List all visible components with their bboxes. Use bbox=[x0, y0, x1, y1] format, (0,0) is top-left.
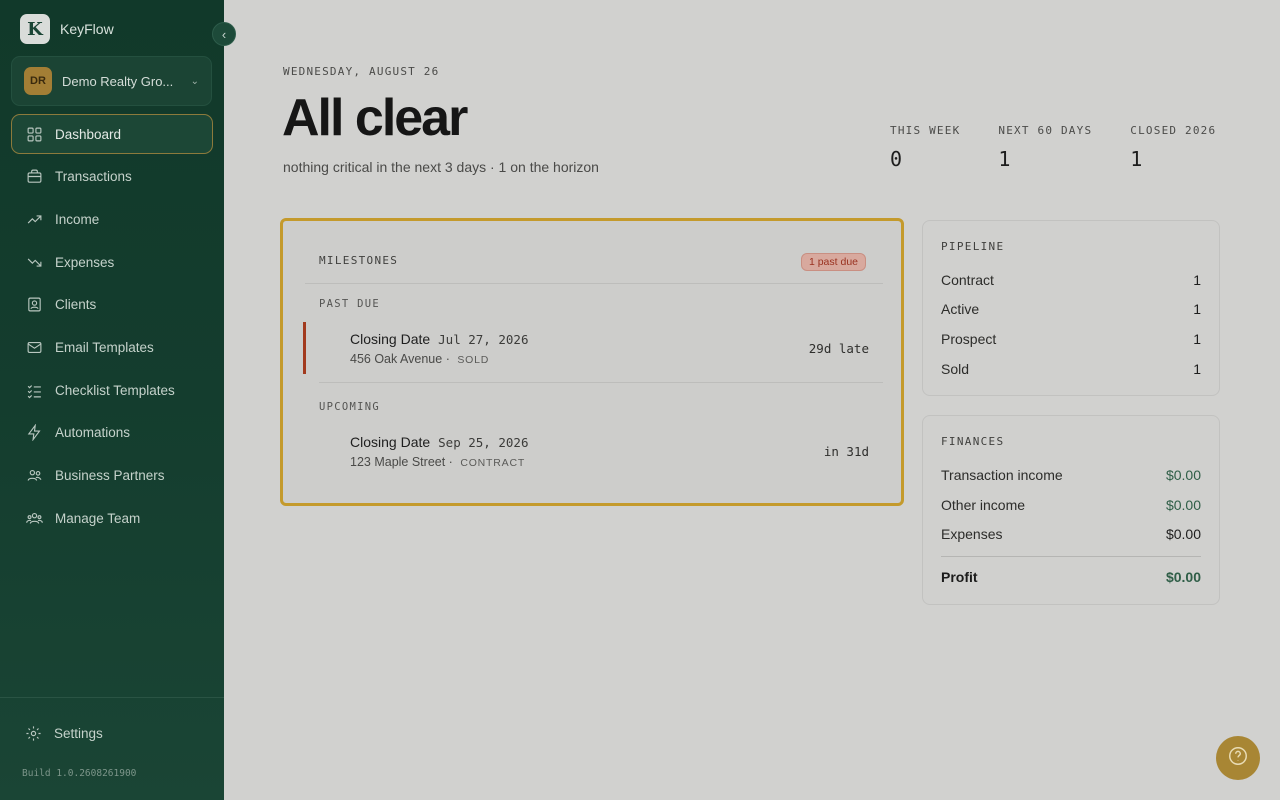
finance-row-expenses: Expenses $0.00 bbox=[941, 526, 1201, 542]
milestones-card: MILESTONES 1 past due PAST DUE Closing D… bbox=[280, 218, 904, 506]
sidebar-footer: Settings Build 1.0.2608261900 bbox=[0, 697, 224, 779]
sidebar-item-email-templates[interactable]: Email Templates bbox=[11, 327, 213, 367]
stat-label: CLOSED 2026 bbox=[1130, 124, 1217, 137]
trend-down-icon bbox=[26, 254, 43, 271]
sidebar-item-automations[interactable]: Automations bbox=[11, 413, 213, 453]
pipeline-row-contract[interactable]: Contract 1 bbox=[941, 272, 1201, 288]
milestone-due: in 31d bbox=[823, 444, 869, 459]
milestone-status: CONTRACT bbox=[460, 457, 526, 469]
finance-row-other-income: Other income $0.00 bbox=[941, 497, 1201, 513]
checklist-icon bbox=[26, 382, 43, 399]
settings-label: Settings bbox=[54, 726, 103, 741]
sidebar-item-label: Transactions bbox=[55, 169, 132, 185]
sidebar-item-clients[interactable]: Clients bbox=[11, 285, 213, 325]
summary-stats: THIS WEEK 0 NEXT 60 DAYS 1 CLOSED 2026 1 bbox=[890, 124, 1254, 171]
main-content: WEDNESDAY, AUGUST 26 All clear nothing c… bbox=[224, 0, 1280, 800]
pipeline-row-sold[interactable]: Sold 1 bbox=[941, 361, 1201, 377]
bolt-icon bbox=[26, 424, 43, 442]
sidebar-item-income[interactable]: Income bbox=[11, 199, 213, 239]
sidebar-item-label: Business Partners bbox=[55, 468, 165, 483]
sidebar-item-checklist-templates[interactable]: Checklist Templates bbox=[11, 370, 213, 410]
sidebar-item-label: Dashboard bbox=[55, 126, 122, 142]
build-version: Build 1.0.2608261900 bbox=[22, 768, 137, 779]
sidebar-item-label: Clients bbox=[55, 297, 97, 313]
milestone-title: Closing Date Jul 27, 2026 bbox=[350, 331, 529, 347]
milestone-late: 29d late bbox=[808, 341, 869, 356]
briefcase-icon bbox=[26, 168, 43, 185]
finance-row-profit: Profit $0.00 bbox=[941, 569, 1201, 585]
milestone-title: Closing Date Sep 25, 2026 bbox=[350, 434, 529, 450]
partners-icon bbox=[26, 467, 43, 484]
milestone-date: Sep 25, 2026 bbox=[438, 435, 529, 450]
grid-icon bbox=[26, 126, 43, 143]
chevron-left-icon: ‹ bbox=[221, 26, 227, 42]
upcoming-label: UPCOMING bbox=[319, 401, 380, 413]
stat-closed-2026: CLOSED 2026 1 bbox=[1130, 124, 1216, 171]
milestone-address: 123 Maple Street · CONTRACT bbox=[350, 455, 526, 469]
stat-value: 0 bbox=[890, 147, 903, 171]
sidebar-item-label: Email Templates bbox=[55, 339, 154, 355]
past-due-badge: 1 past due bbox=[800, 253, 866, 271]
stat-this-week: THIS WEEK 0 bbox=[890, 124, 960, 171]
milestone-status: SOLD bbox=[457, 354, 490, 366]
mail-icon bbox=[26, 339, 43, 356]
milestone-row-past[interactable]: Closing Date Jul 27, 2026 456 Oak Avenue … bbox=[303, 322, 883, 374]
sidebar-item-label: Checklist Templates bbox=[55, 382, 175, 398]
contacts-icon bbox=[26, 296, 43, 313]
sidebar-item-business-partners[interactable]: Business Partners bbox=[11, 456, 213, 496]
app-name: KeyFlow bbox=[60, 21, 114, 37]
sidebar-item-label: Automations bbox=[55, 425, 131, 441]
pipeline-row-prospect[interactable]: Prospect 1 bbox=[941, 331, 1201, 347]
sidebar-item-label: Income bbox=[55, 211, 100, 227]
sidebar-item-label: Manage Team bbox=[55, 510, 141, 526]
divider bbox=[305, 283, 883, 284]
team-icon bbox=[26, 510, 43, 527]
help-button[interactable] bbox=[1216, 736, 1260, 780]
trend-up-icon bbox=[26, 211, 43, 228]
stat-next-60-days: NEXT 60 DAYS 1 bbox=[998, 124, 1092, 171]
milestones-title: MILESTONES bbox=[319, 254, 399, 267]
milestone-row-upcoming[interactable]: Closing Date Sep 25, 2026 123 Maple Stree… bbox=[305, 425, 883, 477]
brand[interactable]: K KeyFlow bbox=[20, 14, 114, 44]
sidebar-item-expenses[interactable]: Expenses bbox=[11, 242, 213, 282]
finances-card: FINANCES Transaction income $0.00 Other i… bbox=[922, 415, 1220, 605]
stat-label: THIS WEEK bbox=[890, 124, 961, 137]
org-name: Demo Realty Gro... bbox=[62, 73, 174, 89]
pipeline-title: PIPELINE bbox=[941, 240, 1005, 253]
gear-icon bbox=[25, 725, 42, 742]
org-switcher[interactable]: DR Demo Realty Gro... ⌄ bbox=[11, 56, 212, 106]
milestone-date: Jul 27, 2026 bbox=[438, 332, 529, 347]
current-date: WEDNESDAY, AUGUST 26 bbox=[283, 65, 440, 78]
sidebar-item-manage-team[interactable]: Manage Team bbox=[11, 498, 213, 538]
pipeline-card: PIPELINE Contract 1 Active 1 Prospect 1 Sol… bbox=[922, 220, 1220, 396]
pipeline-row-active[interactable]: Active 1 bbox=[941, 301, 1201, 317]
chevron-down-icon: ⌄ bbox=[190, 75, 199, 87]
divider bbox=[319, 382, 883, 383]
finance-row-transaction-income: Transaction income $0.00 bbox=[941, 467, 1201, 483]
stat-label: NEXT 60 DAYS bbox=[998, 124, 1093, 137]
sidebar: K KeyFlow DR Demo Realty Gro... ⌄ Dashbo… bbox=[0, 0, 224, 800]
page-title: All clear bbox=[282, 89, 468, 147]
divider bbox=[941, 556, 1201, 557]
org-avatar: DR bbox=[24, 67, 52, 95]
stat-value: 1 bbox=[998, 147, 1011, 171]
sidebar-item-settings[interactable]: Settings bbox=[25, 725, 103, 742]
sidebar-item-dashboard[interactable]: Dashboard bbox=[11, 114, 213, 154]
page-subtitle: nothing critical in the next 3 days · 1 … bbox=[283, 159, 599, 175]
finances-title: FINANCES bbox=[941, 435, 1005, 448]
stat-value: 1 bbox=[1130, 147, 1143, 171]
past-due-label: PAST DUE bbox=[319, 298, 380, 310]
milestone-address: 456 Oak Avenue · SOLD bbox=[350, 352, 490, 366]
keyflow-logo: K bbox=[20, 14, 50, 44]
sidebar-item-label: Expenses bbox=[55, 254, 115, 270]
sidebar-nav: Dashboard Transactions Income Expenses C… bbox=[11, 114, 213, 541]
sidebar-item-transactions[interactable]: Transactions bbox=[11, 157, 213, 197]
collapse-sidebar-button[interactable]: ‹ bbox=[212, 22, 236, 46]
question-icon bbox=[1227, 745, 1249, 772]
